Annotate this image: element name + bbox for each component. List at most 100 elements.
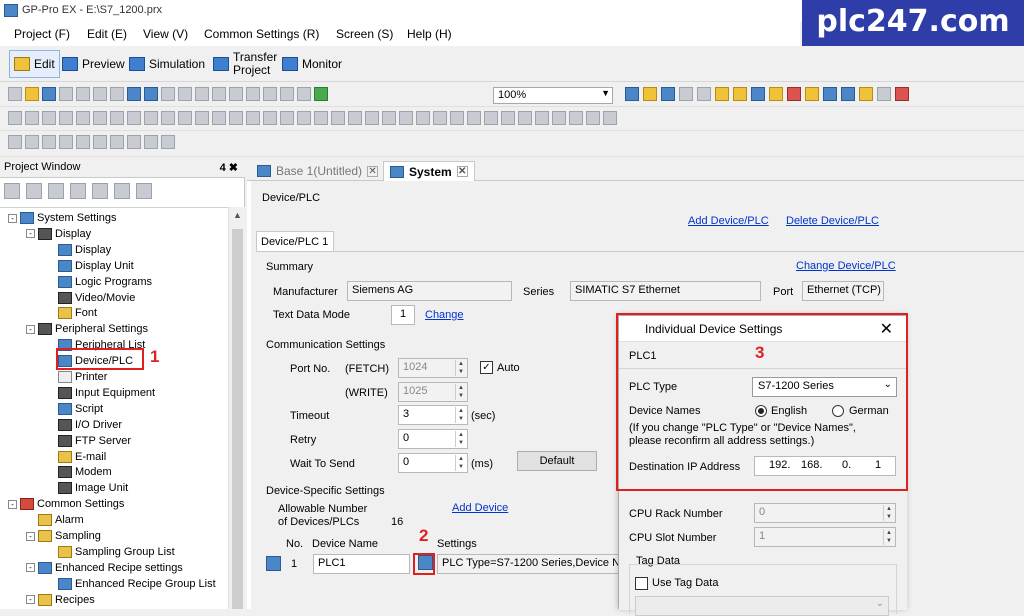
sampling-part-icon[interactable]	[518, 111, 532, 125]
tree-item[interactable]: E-mail	[46, 449, 106, 465]
comment-icon[interactable]	[161, 135, 175, 149]
movie-icon[interactable]	[416, 111, 430, 125]
toolbar-end-icon[interactable]	[895, 87, 909, 101]
transfer-project-button[interactable]: Transfer Project	[209, 50, 281, 78]
menu-common-settings[interactable]: Common Settings (R)	[204, 27, 319, 41]
spinner-icon[interactable]: ▲ ▼	[455, 360, 466, 376]
overview-icon[interactable]	[535, 111, 549, 125]
subroutine-icon[interactable]	[144, 135, 158, 149]
new-item-icon[interactable]	[26, 183, 42, 199]
zoom-select[interactable]: 100% ▼	[493, 87, 613, 104]
close-screen-icon[interactable]	[161, 87, 175, 101]
text-data-mode-change-link[interactable]: Change	[425, 309, 464, 321]
tree-item[interactable]: Font	[46, 305, 97, 321]
fetch-port-field[interactable]: 1024 ▲ ▼	[398, 358, 468, 378]
coil-icon[interactable]	[42, 135, 56, 149]
expander-icon[interactable]: -	[26, 595, 35, 605]
calendar-icon[interactable]	[467, 111, 481, 125]
tree-item[interactable]: - System Settings	[8, 210, 116, 226]
scale-icon[interactable]	[161, 111, 175, 125]
spinner-icon[interactable]: ▲ ▼	[455, 455, 466, 471]
monitor-button[interactable]: Monitor	[278, 50, 346, 78]
delete-item-icon[interactable]	[92, 183, 108, 199]
misc-icon[interactable]	[569, 111, 583, 125]
sound-icon[interactable]	[805, 87, 819, 101]
expander-icon[interactable]: -	[8, 213, 17, 223]
tree-item[interactable]: Sampling Group List	[46, 544, 175, 560]
tag-icon[interactable]	[643, 87, 657, 101]
properties-icon[interactable]	[4, 183, 20, 199]
delete-device-plc-link[interactable]: Delete Device/PLC	[786, 215, 879, 227]
spinner-icon[interactable]: ▲ ▼	[455, 407, 466, 423]
wait-to-send-field[interactable]: 0 ▲ ▼	[398, 453, 468, 473]
device-name-field[interactable]: PLC1	[313, 554, 410, 574]
script-icon[interactable]	[787, 87, 801, 101]
picture-icon[interactable]	[365, 111, 379, 125]
pie-icon[interactable]	[280, 111, 294, 125]
text-table-icon[interactable]	[823, 87, 837, 101]
duplicate-icon[interactable]	[280, 87, 294, 101]
spinner-icon[interactable]: ▲ ▼	[455, 384, 466, 400]
cpu-rack-field[interactable]: 0 ▲ ▼	[754, 503, 896, 523]
historical-icon[interactable]	[484, 111, 498, 125]
menu-view[interactable]: View (V)	[143, 27, 188, 41]
new-icon[interactable]	[8, 87, 22, 101]
spinner-icon[interactable]: ▲ ▼	[455, 431, 466, 447]
selector-icon[interactable]	[382, 111, 396, 125]
spinner-icon[interactable]: ▲ ▼	[883, 505, 894, 521]
contact-icon[interactable]	[59, 135, 73, 149]
scroll-thumb[interactable]	[232, 229, 243, 609]
tree-scrollbar[interactable]: ▲	[228, 207, 245, 609]
tree-item[interactable]: - Sampling	[26, 528, 101, 544]
open-item-icon[interactable]	[114, 183, 130, 199]
add-device-plc-link[interactable]: Add Device/PLC	[688, 215, 769, 227]
expander-icon[interactable]: -	[8, 499, 17, 509]
edit-item-icon[interactable]	[136, 183, 152, 199]
logging-icon[interactable]	[859, 87, 873, 101]
data-display-icon[interactable]	[246, 111, 260, 125]
cut-icon[interactable]	[229, 87, 243, 101]
use-tag-data-checkbox[interactable]	[635, 577, 648, 590]
undo-icon[interactable]	[195, 87, 209, 101]
sampling-icon[interactable]	[751, 87, 765, 101]
menu-edit[interactable]: Edit (E)	[87, 27, 127, 41]
tree-item[interactable]: - Common Settings	[8, 496, 124, 512]
dot-icon[interactable]	[42, 111, 56, 125]
tree-item[interactable]: I/O Driver	[46, 417, 122, 433]
device-tool-icon[interactable]	[266, 556, 281, 571]
timeout-field[interactable]: 3 ▲ ▼	[398, 405, 468, 425]
change-device-plc-link[interactable]: Change Device/PLC	[796, 260, 896, 272]
switch-icon[interactable]	[212, 111, 226, 125]
tab-system[interactable]: System ✕	[383, 161, 475, 181]
check-icon[interactable]	[314, 87, 328, 101]
message-icon[interactable]	[501, 111, 515, 125]
copy-item-icon[interactable]	[48, 183, 64, 199]
save-icon[interactable]	[42, 87, 56, 101]
tree-item[interactable]: Image Unit	[46, 480, 128, 496]
paste-icon[interactable]	[263, 87, 277, 101]
simulation-button[interactable]: Simulation	[125, 50, 209, 78]
more-icon[interactable]	[603, 111, 617, 125]
nc-contact-icon[interactable]	[76, 135, 90, 149]
rung-icon[interactable]	[8, 135, 22, 149]
keypad-icon[interactable]	[399, 111, 413, 125]
tree-item[interactable]: Video/Movie	[46, 290, 135, 306]
lamp-icon[interactable]	[229, 111, 243, 125]
tree-item[interactable]: - Peripheral Settings	[26, 321, 148, 337]
preview-button[interactable]: Preview	[58, 50, 129, 78]
menu-screen[interactable]: Screen (S)	[336, 27, 393, 41]
frame-icon[interactable]	[552, 111, 566, 125]
rectangle-icon[interactable]	[93, 111, 107, 125]
scroll-up-icon[interactable]: ▲	[233, 210, 242, 220]
grid-icon[interactable]	[195, 111, 209, 125]
copy-icon[interactable]	[246, 87, 260, 101]
filebrowser-icon[interactable]	[433, 111, 447, 125]
display-icon[interactable]	[625, 87, 639, 101]
cpu-slot-field[interactable]: 1 ▲ ▼	[754, 527, 896, 547]
expander-icon[interactable]: -	[26, 324, 35, 334]
video-icon[interactable]	[877, 87, 891, 101]
output-icon[interactable]	[93, 135, 107, 149]
recipe-icon[interactable]	[769, 87, 783, 101]
menu-project[interactable]: Project (F)	[14, 27, 70, 41]
expander-icon[interactable]: -	[26, 531, 35, 541]
